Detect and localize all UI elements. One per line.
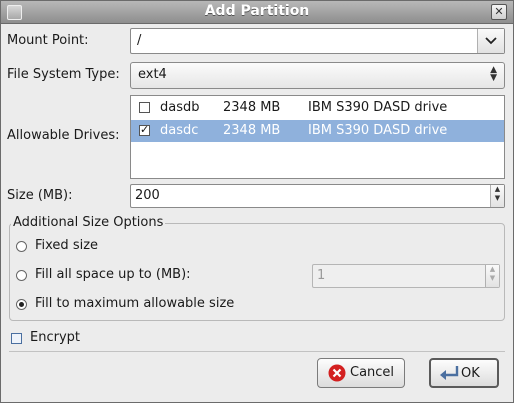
- separator: [9, 351, 505, 352]
- fill-upto-spinbutton[interactable]: 1 ▲ ▼: [312, 264, 500, 288]
- spin-arrows-icon[interactable]: ▲ ▼: [490, 185, 504, 207]
- drive-size: 2348 MB: [223, 100, 281, 115]
- additional-size-options-title: Additional Size Options: [11, 215, 166, 230]
- ok-label: OK: [461, 366, 480, 381]
- fixed-size-radio[interactable]: [16, 241, 27, 252]
- allowable-drives-label: Allowable Drives:: [7, 128, 120, 143]
- fixed-size-label[interactable]: Fixed size: [35, 238, 98, 253]
- drive-model: IBM S390 DASD drive: [308, 100, 448, 115]
- mount-point-label: Mount Point:: [7, 33, 89, 48]
- drive-name: dasdb: [160, 100, 200, 115]
- fill-max-label[interactable]: Fill to maximum allowable size: [35, 296, 234, 311]
- updown-arrows-icon: ▲ ▼: [490, 65, 497, 83]
- close-icon[interactable]: ✕: [491, 4, 507, 20]
- drive-checkbox-dasdb[interactable]: [139, 102, 150, 113]
- fill-upto-label[interactable]: Fill all space up to (MB):: [35, 267, 191, 282]
- size-label: Size (MB):: [7, 188, 73, 203]
- mount-point-value[interactable]: /: [137, 33, 141, 48]
- drive-checkbox-dasdc[interactable]: [139, 123, 150, 136]
- window-title: Add Partition: [204, 3, 310, 19]
- fill-upto-value: 1: [317, 268, 326, 283]
- size-value[interactable]: 200: [135, 188, 160, 203]
- fill-upto-radio[interactable]: [16, 270, 27, 281]
- ok-icon: [440, 366, 459, 380]
- chevron-down-icon: [485, 37, 497, 45]
- fs-type-select[interactable]: ext4 ▲ ▼: [130, 62, 505, 89]
- encrypt-checkbox[interactable]: [11, 333, 22, 344]
- fill-max-radio[interactable]: [16, 299, 27, 310]
- mount-point-combo[interactable]: /: [130, 28, 505, 54]
- add-partition-dialog: Add Partition ✕ Mount Point: / File Syst…: [0, 0, 514, 403]
- fs-type-label: File System Type:: [7, 67, 120, 82]
- size-spinbutton[interactable]: 200 ▲ ▼: [130, 184, 505, 208]
- drive-size: 2348 MB: [223, 123, 281, 138]
- cancel-button[interactable]: Cancel: [317, 358, 405, 388]
- spin-arrows-icon[interactable]: ▲ ▼: [485, 265, 499, 287]
- drive-row-dasdc[interactable]: dasdc 2348 MB IBM S390 DASD drive: [131, 120, 504, 142]
- mount-point-dropdown-button[interactable]: [477, 29, 504, 53]
- fs-type-value: ext4: [138, 67, 167, 82]
- cancel-label: Cancel: [350, 365, 395, 380]
- ok-button[interactable]: OK: [429, 358, 499, 388]
- drives-list[interactable]: dasdb 2348 MB IBM S390 DASD drive dasdc …: [130, 95, 505, 179]
- title-bar[interactable]: Add Partition ✕: [1, 1, 513, 24]
- drive-row-dasdb[interactable]: dasdb 2348 MB IBM S390 DASD drive: [131, 97, 504, 119]
- encrypt-label[interactable]: Encrypt: [30, 330, 80, 345]
- drive-model: IBM S390 DASD drive: [308, 123, 448, 138]
- drive-name: dasdc: [160, 123, 199, 138]
- cancel-icon: [328, 364, 346, 382]
